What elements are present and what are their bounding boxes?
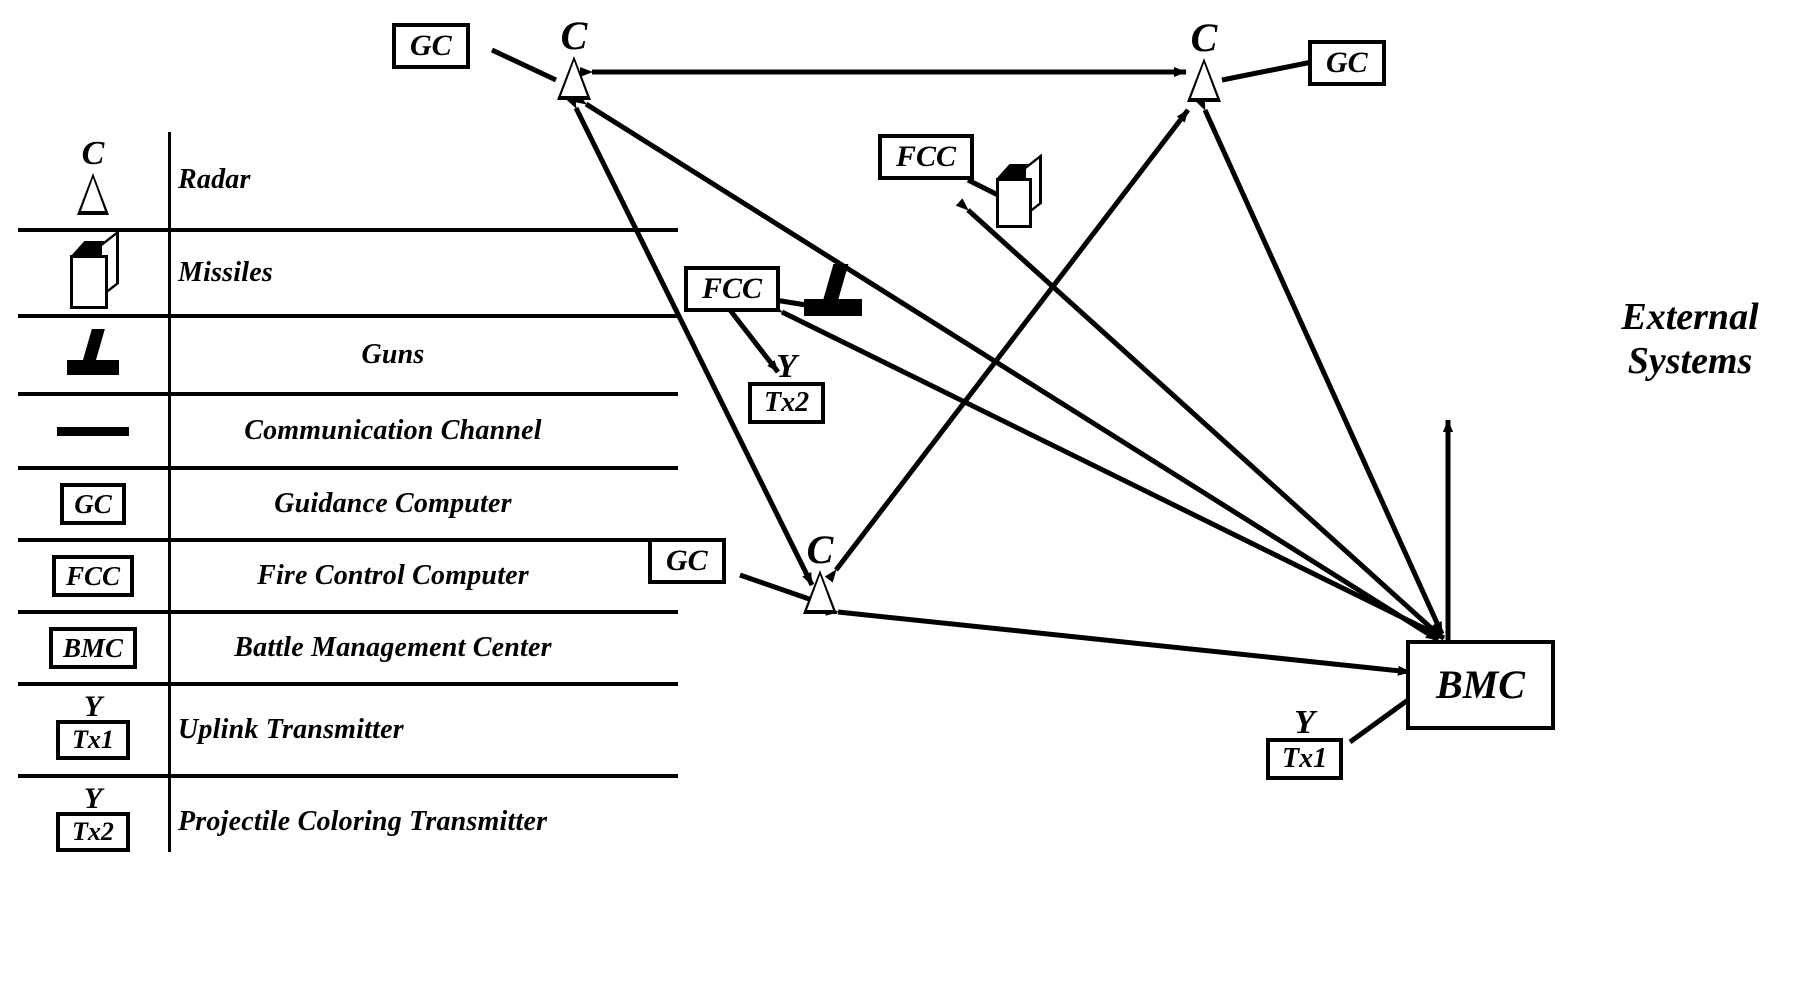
bmc-node[interactable]: BMC <box>1406 640 1555 730</box>
radar-label: C <box>560 13 588 58</box>
gc-label: GC <box>1308 40 1386 86</box>
radar-label: C <box>806 527 834 572</box>
fcc-label: FCC <box>684 266 781 312</box>
gc-node-bottom[interactable]: GC <box>648 538 726 584</box>
link-bmc-tx1 <box>1348 697 1410 745</box>
link-radar-topleft-radar-bottom <box>566 95 815 587</box>
radar-mast-icon <box>557 56 591 100</box>
fcc-node-left[interactable]: FCC <box>684 266 781 312</box>
radar-node-top-right[interactable]: C <box>1176 18 1232 102</box>
radar-node-bottom[interactable]: C <box>792 530 848 614</box>
fcc-label: FCC <box>878 134 975 180</box>
guns-node[interactable] <box>800 264 870 322</box>
link-gc-topright-radar <box>1221 59 1313 83</box>
radar-label: C <box>1190 15 1218 60</box>
antenna-y-icon: Y <box>776 348 797 385</box>
fcc-node-right[interactable]: FCC <box>878 134 975 180</box>
radar-mast-icon <box>1187 58 1221 102</box>
external-systems-line2: Systems <box>1627 340 1753 382</box>
tx1-label: Tx1 <box>1266 738 1344 780</box>
missiles-node[interactable] <box>992 153 1048 228</box>
gc-node-top-left[interactable]: GC <box>392 23 470 69</box>
system-architecture-diagram: C C C GC GC GC FCC FCC Y Tx2 Y Tx1 BMC E… <box>0 0 1793 993</box>
gc-label: GC <box>648 538 726 584</box>
bmc-label: BMC <box>1406 640 1555 730</box>
link-radar-topright-bmc <box>1195 97 1445 636</box>
gun-barrel <box>822 264 849 302</box>
antenna-y-icon: Y <box>1294 704 1315 741</box>
tx2-label: Tx2 <box>748 382 826 424</box>
link-radar-bottom-bmc <box>825 605 1411 676</box>
radar-node-top-left[interactable]: C <box>546 16 602 100</box>
missile-body <box>996 178 1032 228</box>
external-systems-label: External Systems <box>1590 295 1790 383</box>
tx1-node[interactable]: Y Tx1 <box>1266 704 1344 780</box>
tx2-node[interactable]: Y Tx2 <box>748 348 826 424</box>
link-fcc-right-bmc <box>955 198 1442 638</box>
gc-node-top-right[interactable]: GC <box>1308 40 1386 86</box>
link-fcc-left-bmc <box>769 302 1446 641</box>
external-systems-line1: External <box>1621 296 1759 338</box>
gc-label: GC <box>392 23 470 69</box>
radar-mast-icon <box>803 570 837 614</box>
gun-base <box>804 299 862 316</box>
